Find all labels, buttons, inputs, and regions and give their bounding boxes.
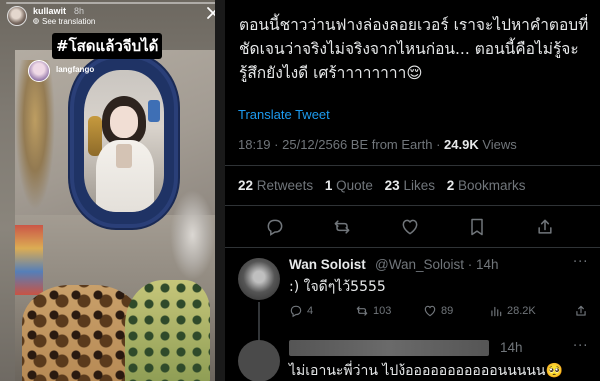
story-progress-bar <box>6 2 218 4</box>
retweet-icon[interactable] <box>332 217 352 237</box>
divider <box>225 165 600 166</box>
reply-time: 14h <box>500 340 523 355</box>
reply-retweets-count: 103 <box>373 305 392 317</box>
reply-replies-count: 4 <box>307 305 314 317</box>
tweet-meta: 18:19 · 25/12/2566 BE from Earth · 24.9K… <box>238 137 517 152</box>
reply-text: :) ใจดีๆไว้5555 <box>289 279 386 295</box>
retweets-count: 22 <box>238 178 254 193</box>
mirror-reflection <box>84 70 164 212</box>
reply-icon <box>290 305 302 318</box>
quotes-count: 1 <box>324 178 333 193</box>
see-translation-link[interactable]: See translation <box>42 17 95 26</box>
story-avatar[interactable] <box>7 6 27 26</box>
tweet-time: 18:19 <box>238 137 271 152</box>
green-patterned-fabric <box>125 280 210 381</box>
reply-tweet[interactable]: Wan Soloist @Wan_Soloist · 14h ··· :) ใจ… <box>225 250 600 342</box>
story-username[interactable]: kullawit <box>33 6 66 16</box>
views-chart-icon <box>491 306 502 317</box>
tweet-detail: ตอนนี้ชาวว่านฟางล่องลอยเวอร์ เราจะไปหาคำ… <box>225 0 600 381</box>
phone-in-hand <box>116 144 132 168</box>
reply-likes-count: 89 <box>441 305 454 317</box>
views-label: Views <box>482 137 517 152</box>
blurred-username <box>289 340 489 356</box>
reply-handle: @Wan_Soloist · 14h <box>375 257 499 272</box>
divider <box>225 247 600 248</box>
bookmark-icon[interactable] <box>467 217 487 237</box>
mention-avatar <box>28 60 50 82</box>
meta-separator: · <box>436 137 445 152</box>
instagram-story: kullawit 8h See translation #โสดแล้วจีบไ… <box>0 0 225 381</box>
story-caption: #โสดแล้วจีบได้ <box>52 33 163 59</box>
reply-icon[interactable] <box>265 217 285 237</box>
views-count: 24.9K <box>444 137 479 152</box>
meta-separator: · <box>274 137 283 152</box>
tweet-text: ตอนนี้ชาวว่านฟางล่องลอยเวอร์ เราจะไปหาคำ… <box>239 16 589 82</box>
translate-tweet-link[interactable]: Translate Tweet <box>238 107 330 122</box>
bookmarks-label: Bookmarks <box>458 178 526 193</box>
share-icon <box>576 305 586 316</box>
mention-username: langfango <box>56 65 95 74</box>
avatar[interactable] <box>238 340 280 381</box>
mention-chip[interactable]: langfango <box>28 60 100 82</box>
retweets-label: Retweets <box>256 178 314 193</box>
panel-divider <box>215 0 225 381</box>
share-icon[interactable] <box>535 217 555 237</box>
reply-display-name[interactable]: Wan Soloist <box>289 257 366 272</box>
quotes-label: Quote <box>336 178 373 193</box>
tweet-stats: 22 Retweets 1 Quote 23 Likes 2 Bookmarks <box>238 178 526 193</box>
tweet-date: 25/12/2566 BE from Earth <box>282 137 433 152</box>
bookmarks-stat[interactable]: 2 Bookmarks <box>447 178 526 193</box>
colorful-fabric <box>15 225 43 295</box>
divider <box>225 205 600 206</box>
reply-tweet[interactable]: 14h ··· ไม่เอานะพี่ว่าน ไปง้อออออออออออน… <box>225 335 600 381</box>
quotes-stat[interactable]: 1 Quote <box>325 178 373 193</box>
retweet-icon <box>356 306 368 316</box>
story-header: kullawit 8h See translation <box>7 5 222 27</box>
heart-icon[interactable] <box>400 217 420 237</box>
globe-icon <box>33 18 39 24</box>
tweet-action-bar <box>225 212 600 242</box>
reply-views-count: 28.2K <box>507 305 536 317</box>
reply-text: ไม่เอานะพี่ว่าน ไปง้อออออออออออนนนนน🥺 <box>289 363 563 379</box>
likes-stat[interactable]: 23 Likes <box>385 178 435 193</box>
wavy-mirror <box>74 58 174 224</box>
more-options-icon[interactable]: ··· <box>573 339 588 354</box>
reply-action-bar: 4 103 89 28.2K <box>289 302 594 320</box>
avatar[interactable] <box>238 258 280 300</box>
person-face <box>110 106 138 138</box>
likes-count: 23 <box>384 178 400 193</box>
gold-ornament <box>15 60 55 210</box>
bookmarks-count: 2 <box>446 178 455 193</box>
leopard-print-fabric <box>22 285 142 381</box>
retweets-stat[interactable]: 22 Retweets <box>238 178 313 193</box>
heart-icon <box>424 305 436 317</box>
story-time: 8h <box>74 6 85 16</box>
more-options-icon[interactable]: ··· <box>573 255 588 270</box>
mirror-deco-gold <box>88 116 102 156</box>
mirror-deco-blue <box>148 100 160 122</box>
likes-label: Likes <box>403 178 435 193</box>
glass-ornament <box>170 190 215 280</box>
